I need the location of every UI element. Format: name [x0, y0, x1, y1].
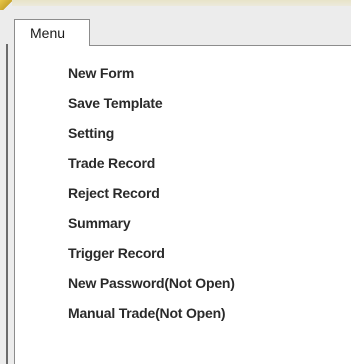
menu-item-reject-record[interactable]: Reject Record: [68, 181, 160, 205]
menu-item-manual-trade[interactable]: Manual Trade(Not Open): [68, 301, 226, 325]
app-icon: [0, 0, 12, 10]
menu-item-new-password[interactable]: New Password(Not Open): [68, 271, 235, 295]
menu-item-setting[interactable]: Setting: [68, 121, 114, 145]
menu-header-label: Menu: [30, 25, 66, 41]
menu-header-button[interactable]: Menu: [14, 19, 90, 46]
window-left-border: [6, 44, 8, 364]
menu-item-trade-record[interactable]: Trade Record: [68, 151, 155, 175]
menu-dropdown: New Form Save Template Setting Trade Rec…: [14, 45, 351, 364]
menu-item-summary[interactable]: Summary: [68, 211, 131, 235]
application-window: Menu New Form Save Template Setting Trad…: [0, 0, 351, 364]
menu-item-save-template[interactable]: Save Template: [68, 91, 163, 115]
menu-bar: Menu: [14, 19, 351, 46]
menu-item-trigger-record[interactable]: Trigger Record: [68, 241, 165, 265]
menu-item-new-form[interactable]: New Form: [68, 61, 134, 85]
title-bar-strip: [0, 0, 351, 6]
